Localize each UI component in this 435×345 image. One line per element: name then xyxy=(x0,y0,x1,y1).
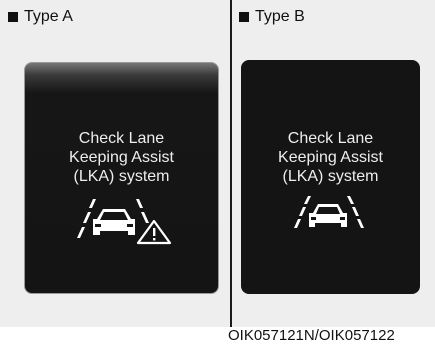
message-line: Keeping Assist xyxy=(69,149,174,166)
message-line: (LKA) system xyxy=(282,168,379,185)
message-line: (LKA) system xyxy=(73,168,170,185)
panel-divider xyxy=(230,0,232,327)
type-a-cluster-display: Check Lane Keeping Assist (LKA) system xyxy=(24,62,219,294)
message-line: Check Lane xyxy=(78,130,165,147)
type-a-label: Type A xyxy=(24,8,73,25)
type-b-warning-message: Check Lane Keeping Assist (LKA) system xyxy=(241,129,420,186)
type-a-heading: Type A xyxy=(8,8,73,26)
figure-caption: OIK057121N/OIK057122 xyxy=(228,327,395,344)
message-line: Check Lane xyxy=(287,130,374,147)
type-b-label: Type B xyxy=(255,8,305,25)
type-b-cluster-display: Check Lane Keeping Assist (LKA) system xyxy=(241,60,420,294)
warning-triangle-icon xyxy=(136,219,172,245)
message-line: Keeping Assist xyxy=(278,149,383,166)
bullet-square-icon xyxy=(8,12,18,22)
type-a-warning-message: Check Lane Keeping Assist (LKA) system xyxy=(25,129,218,186)
lane-keeping-assist-icon xyxy=(294,196,364,228)
bullet-square-icon xyxy=(239,12,249,22)
type-b-heading: Type B xyxy=(239,8,305,26)
lane-keeping-assist-icon xyxy=(77,199,172,245)
